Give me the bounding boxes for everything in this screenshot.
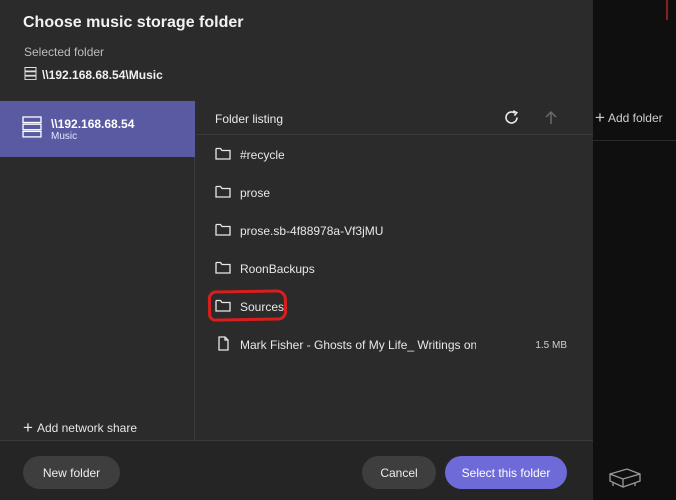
folder-icon	[215, 261, 231, 277]
file-name: Mark Fisher - Ghosts of My Life_ Writing…	[240, 338, 476, 352]
device-icon	[607, 466, 643, 497]
folder-name: RoonBackups	[240, 262, 315, 276]
dialog-footer: New folder Cancel Select this folder	[0, 440, 593, 500]
divider	[593, 140, 676, 141]
listing-header: Folder listing	[196, 101, 593, 135]
share-name: \\192.168.68.54	[51, 116, 135, 131]
cancel-button[interactable]: Cancel	[362, 456, 436, 489]
plus-icon: +	[23, 418, 33, 437]
file-size: 1.5 MB	[535, 339, 567, 351]
folder-name: #recycle	[240, 148, 285, 162]
arrow-up-icon[interactable]	[544, 110, 558, 131]
folder-icon	[215, 147, 231, 163]
list-item-folder[interactable]: prose.sb-4f88978a-Vf3jMU	[196, 212, 593, 250]
list-item-folder[interactable]: prose	[196, 174, 593, 212]
folder-list: #recycle prose prose.sb-4f88978a-Vf3jMU …	[196, 136, 593, 364]
share-subtitle: Music	[51, 130, 78, 142]
dialog-title: Choose music storage folder	[23, 14, 244, 31]
choose-folder-dialog: Choose music storage folder Selected fol…	[0, 0, 593, 500]
add-folder-label: Add folder	[607, 110, 663, 125]
list-item-folder[interactable]: Sources	[196, 288, 593, 326]
background-app: + Add folder	[593, 0, 676, 500]
list-item-folder[interactable]: #recycle	[196, 136, 593, 174]
folder-icon	[215, 299, 231, 315]
select-folder-button[interactable]: Select this folder	[445, 456, 567, 489]
selected-folder-path: \\192.168.68.54\Music	[24, 67, 163, 83]
selected-folder-label: Selected folder	[24, 45, 105, 59]
refresh-icon[interactable]	[503, 109, 520, 131]
server-icon	[22, 115, 42, 143]
folder-icon	[215, 185, 231, 201]
server-icon	[24, 67, 37, 83]
folder-icon	[215, 223, 231, 239]
add-network-share-button[interactable]: + Add network share	[23, 419, 137, 436]
add-folder-button[interactable]: + Add folder	[595, 109, 663, 126]
list-item-folder[interactable]: RoonBackups	[196, 250, 593, 288]
folder-name: prose	[240, 186, 271, 200]
add-network-share-label: Add network share	[36, 420, 137, 435]
folder-name: Sources	[240, 300, 285, 314]
folder-name: prose.sb-4f88978a-Vf3jMU	[240, 224, 384, 238]
listing-title: Folder listing	[215, 112, 284, 126]
folder-listing-panel: Folder listing #recycle prose prose.sb-4…	[196, 101, 593, 440]
network-shares-sidebar: \\192.168.68.54 Music + Add network shar…	[0, 101, 195, 440]
list-item-file[interactable]: Mark Fisher - Ghosts of My Life_ Writing…	[196, 326, 593, 364]
plus-icon: +	[595, 108, 605, 127]
background-accent-line	[666, 0, 668, 20]
selected-path-text: \\192.168.68.54\Music	[42, 68, 163, 82]
file-icon	[215, 336, 231, 354]
sidebar-item-share[interactable]: \\192.168.68.54 Music	[0, 101, 195, 157]
new-folder-button[interactable]: New folder	[23, 456, 120, 489]
